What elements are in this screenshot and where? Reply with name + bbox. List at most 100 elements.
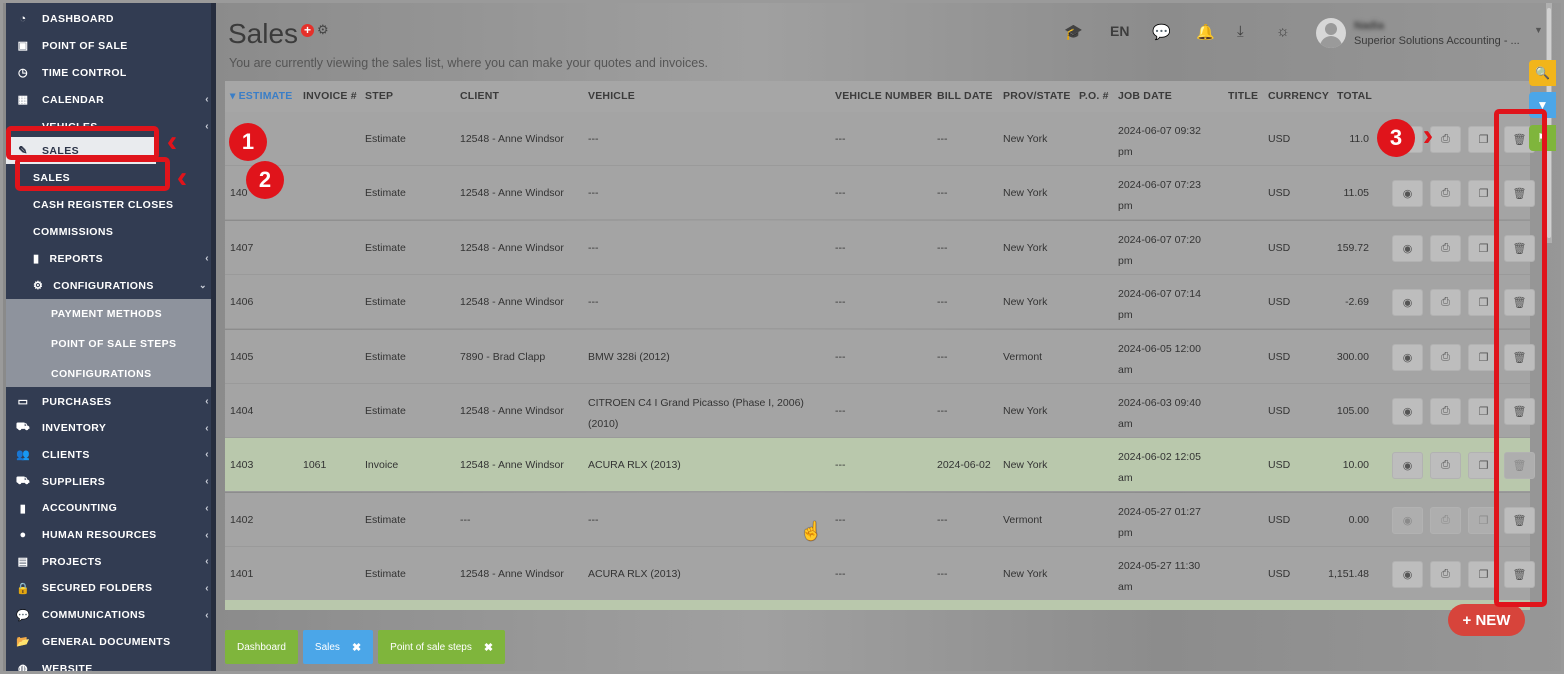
tab-dashboard[interactable]: Dashboard	[225, 630, 298, 664]
column-header-step[interactable]: STEP	[365, 90, 393, 102]
sidebar-item-calendar[interactable]: ▦ CALENDAR ‹	[6, 86, 211, 113]
main-content: Sales + ⚙ You are currently viewing the s…	[216, 3, 1561, 671]
column-header-title[interactable]: TITLE	[1228, 90, 1258, 102]
table-row[interactable]: 1406 Estimate 12548 - Anne Windsor --- -…	[225, 275, 1535, 329]
print-button[interactable]: ⎙	[1430, 235, 1461, 262]
sidebar-item-website[interactable]: ◍ WEBSITE	[6, 655, 211, 672]
column-header-vehicle-number[interactable]: VEHICLE NUMBER	[835, 90, 932, 102]
sidebar-item-suppliers[interactable]: ⛟ SUPPLIERS ‹	[6, 468, 211, 495]
cell-client: 12548 - Anne Windsor	[460, 568, 564, 580]
cell-estimate: 1401	[230, 568, 254, 580]
main-scroll-thumb[interactable]	[1547, 8, 1551, 238]
column-header-vehicle[interactable]: VEHICLE	[588, 90, 635, 102]
cell-job-date: 2024-05-27 01:27 pm	[1118, 506, 1201, 539]
sidebar-subitem-payment-methods[interactable]: PAYMENT METHODS	[6, 300, 211, 327]
column-header-bill-date[interactable]: BILL DATE	[937, 90, 993, 102]
bell-icon[interactable]: 🔔	[1196, 23, 1215, 41]
print-button[interactable]: ⎙	[1430, 561, 1461, 588]
eye-icon: ◉	[1402, 352, 1413, 364]
cell-vehicle-number: ---	[835, 568, 846, 580]
column-header-estimate[interactable]: ▾ ESTIMATE	[230, 90, 293, 102]
sidebar-item-purchases[interactable]: ▭ PURCHASES ‹	[6, 388, 211, 415]
sidebar-item-accounting[interactable]: ▮ ACCOUNTING ‹	[6, 495, 211, 522]
cell-bill-date: ---	[937, 514, 948, 526]
view-button[interactable]: ◉	[1392, 289, 1423, 316]
tab-point-of-sale-steps[interactable]: Point of sale steps ✖	[378, 630, 506, 664]
table-row[interactable]: Estimate 12548 - Anne Windsor --- --- --…	[225, 112, 1535, 166]
table-row[interactable]: 1404 Estimate 12548 - Anne Windsor CITRO…	[225, 384, 1535, 438]
cell-currency: USD	[1268, 514, 1291, 526]
cell-vehicle-number: ---	[835, 514, 846, 526]
sidebar-item-time-control[interactable]: ◷ TIME CONTROL	[6, 59, 211, 86]
print-button[interactable]: ⎙	[1430, 289, 1461, 316]
sidebar-item-general-documents[interactable]: 📂 GENERAL DOCUMENTS	[6, 628, 211, 655]
chevron-left-icon: ‹	[205, 121, 209, 132]
printer-icon: ⎙	[1441, 459, 1450, 471]
column-header-prov-state[interactable]: PROV/STATE	[1003, 90, 1071, 102]
sidebar-item-secured-folders[interactable]: 🔒 SECURED FOLDERS ‹	[6, 575, 211, 602]
cell-step: Invoice	[365, 459, 399, 471]
print-button[interactable]: ⎙	[1430, 126, 1461, 153]
sidebar-subitem-commissions[interactable]: COMMISSIONS	[6, 218, 211, 245]
column-header-total[interactable]: TOTAL	[1337, 90, 1372, 102]
sidebar-item-inventory[interactable]: ⛟ INVENTORY ‹	[6, 415, 211, 442]
sidebar-item-clients[interactable]: 👥 CLIENTS ‹	[6, 441, 211, 468]
sidebar-item-projects[interactable]: ▤ PROJECTS ‹	[6, 548, 211, 575]
cell-total: 11.0	[1349, 133, 1369, 145]
print-button[interactable]: ⎙	[1430, 452, 1461, 479]
new-button[interactable]: + NEW	[1448, 604, 1525, 636]
view-button[interactable]: ◉	[1392, 235, 1423, 262]
language-selector[interactable]: EN	[1110, 23, 1129, 39]
print-button[interactable]: ⎙	[1430, 507, 1461, 534]
column-header-p-o[interactable]: P.O. #	[1079, 90, 1109, 102]
table-row[interactable]: 1402 Estimate --- --- --- --- Vermont 20…	[225, 493, 1535, 547]
chevron-down-icon[interactable]: ▼	[1534, 25, 1543, 35]
print-button[interactable]: ⎙	[1430, 180, 1461, 207]
close-icon[interactable]: ✖	[484, 641, 493, 654]
view-button[interactable]: ◉	[1392, 452, 1423, 479]
chat-icon[interactable]: 💬	[1152, 23, 1171, 41]
sidebar-item-human-resources[interactable]: ● HUMAN RESOURCES ‹	[6, 522, 211, 549]
sidebar-subitem-reports[interactable]: ▮ REPORTS ‹	[6, 245, 211, 272]
cell-prov-state: Vermont	[1003, 514, 1043, 526]
dashboard-icon: ◔	[19, 12, 27, 25]
table-row[interactable]: 1405 Estimate 7890 - Brad Clapp BMW 328i…	[225, 330, 1535, 384]
table-row[interactable]: 1401 Estimate 12548 - Anne Windsor ACURA…	[225, 547, 1535, 601]
column-header-invoice[interactable]: INVOICE #	[303, 90, 357, 102]
table-row[interactable]: 1407 Estimate 12548 - Anne Windsor --- -…	[225, 221, 1535, 275]
column-header-currency[interactable]: CURRENCY	[1268, 90, 1329, 102]
sidebar-subitem-point-of-sale-steps[interactable]: POINT OF SALE STEPS	[6, 330, 211, 357]
graduation-cap-icon[interactable]: 🎓	[1064, 23, 1083, 41]
column-header-job-date[interactable]: JOB DATE	[1118, 90, 1172, 102]
view-button[interactable]: ◉	[1392, 344, 1423, 371]
sidebar-item-communications[interactable]: 💬 COMMUNICATIONS ‹	[6, 602, 211, 629]
gear-icon[interactable]: ⚙	[317, 22, 329, 37]
brightness-icon[interactable]: ☼	[1276, 23, 1290, 40]
cell-vehicle-number: ---	[835, 459, 846, 471]
tab-sales[interactable]: Sales ✖	[302, 630, 374, 664]
table-row[interactable]: 1403 1061 Invoice 12548 - Anne Windsor A…	[225, 438, 1535, 492]
sidebar-subitem-configurations[interactable]: CONFIGURATIONS	[6, 360, 211, 387]
view-button[interactable]: ◉	[1392, 507, 1423, 534]
avatar[interactable]	[1316, 18, 1346, 48]
cell-bill-date: ---	[937, 351, 948, 363]
column-header-client[interactable]: CLIENT	[460, 90, 499, 102]
cell-prov-state: New York	[1003, 405, 1048, 417]
close-icon[interactable]: ✖	[352, 641, 361, 654]
sidebar-item-dashboard[interactable]: ◔ DASHBOARD	[6, 5, 211, 32]
cell-vehicle-number: ---	[835, 242, 846, 254]
view-button[interactable]: ◉	[1392, 398, 1423, 425]
print-button[interactable]: ⎙	[1430, 398, 1461, 425]
sidebar-subitem-configurations[interactable]: ⚙ CONFIGURATIONS ⌄	[6, 272, 211, 299]
add-circle-icon[interactable]: +	[301, 24, 314, 37]
view-button[interactable]: ◉	[1392, 561, 1423, 588]
user-name: Nadia	[1354, 20, 1384, 32]
download-icon[interactable]: ⤓	[1237, 23, 1244, 40]
table-row[interactable]: 140 Estimate 12548 - Anne Windsor --- --…	[225, 166, 1535, 220]
view-button[interactable]: ◉	[1392, 180, 1423, 207]
sidebar-item-point-of-sale[interactable]: ▣ POINT OF SALE	[6, 32, 211, 59]
print-button[interactable]: ⎙	[1430, 344, 1461, 371]
annotation-badge-3: 3	[1377, 119, 1415, 157]
search-icon[interactable]: 🔍	[1529, 60, 1556, 86]
sidebar-subitem-cash-register-closes[interactable]: CASH REGISTER CLOSES	[6, 191, 211, 218]
